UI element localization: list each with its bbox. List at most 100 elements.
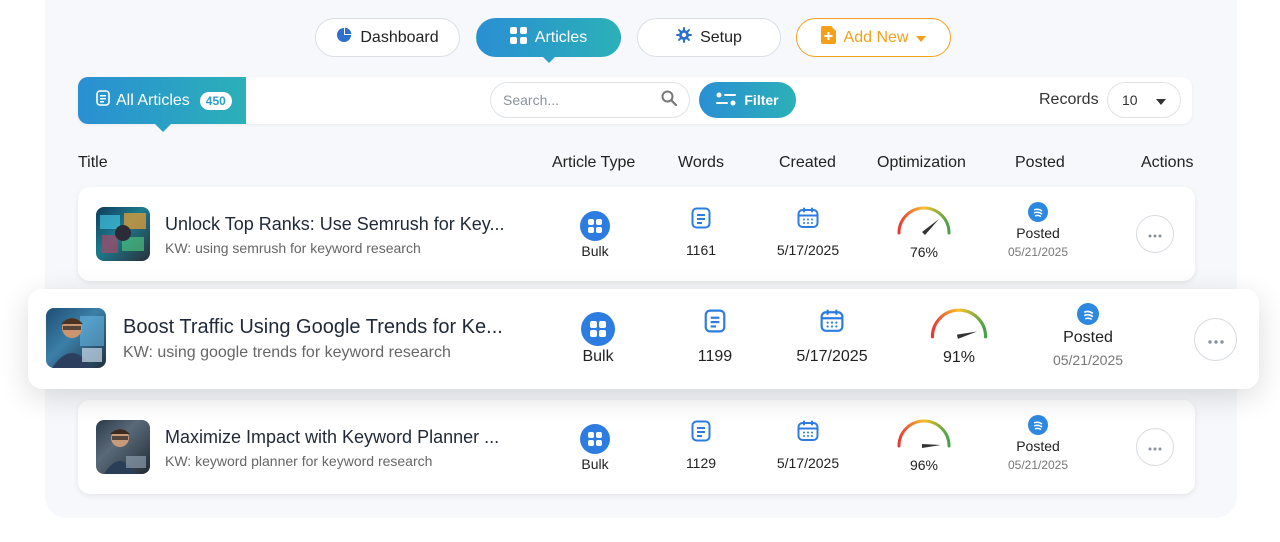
optimization-gauge-icon — [895, 205, 953, 242]
add-new-label: Add New — [843, 28, 909, 46]
posted-cell: Posted 05/21/2025 — [1000, 202, 1076, 259]
article-thumbnail — [46, 308, 106, 368]
all-articles-label: All Articles — [116, 91, 190, 109]
article-thumbnail — [96, 207, 150, 261]
bulk-icon — [580, 211, 610, 241]
caret-down-icon — [1156, 92, 1166, 108]
posted-cell: Posted 05/21/2025 — [1000, 415, 1076, 472]
article-title[interactable]: Boost Traffic Using Google Trends for Ke… — [123, 316, 503, 339]
document-add-icon — [820, 26, 836, 49]
more-actions-button[interactable] — [1136, 428, 1174, 466]
article-type-label: Bulk — [581, 243, 609, 259]
document-icon — [691, 207, 711, 234]
article-title[interactable]: Unlock Top Ranks: Use Semrush for Key... — [165, 214, 504, 235]
calendar-icon — [820, 309, 844, 338]
document-icon — [96, 90, 110, 111]
search-box — [490, 82, 690, 118]
header-title[interactable]: Title — [78, 154, 108, 172]
posted-status: Posted — [1063, 329, 1113, 346]
article-title[interactable]: Maximize Impact with Keyword Planner ... — [165, 427, 499, 448]
calendar-icon — [797, 420, 819, 447]
top-nav: Dashboard Articles Setup Add New — [0, 18, 1280, 63]
add-new-button[interactable]: Add New — [796, 18, 951, 57]
ellipsis-icon — [1207, 331, 1224, 349]
posted-date: 05/21/2025 — [1007, 458, 1069, 472]
search-input[interactable] — [503, 92, 643, 108]
optimization-gauge-icon — [895, 418, 953, 455]
created-date: 5/17/2025 — [796, 348, 868, 365]
more-actions-button[interactable] — [1194, 318, 1237, 361]
records-select[interactable]: 10 — [1107, 82, 1181, 118]
tab-articles-label: Articles — [534, 28, 588, 46]
optimization-value: 76% — [909, 244, 939, 260]
pie-chart-icon — [336, 27, 352, 48]
caret-down-icon — [916, 29, 927, 47]
table-row[interactable]: Unlock Top Ranks: Use Semrush for Key...… — [78, 187, 1195, 281]
header-posted[interactable]: Posted — [1015, 154, 1065, 172]
header-article-type[interactable]: Article Type — [552, 154, 635, 172]
posted-status: Posted — [1016, 225, 1060, 241]
tab-setup[interactable]: Setup — [637, 18, 781, 57]
created-cell: 5/17/2025 — [770, 207, 846, 258]
active-tab-pointer — [541, 56, 556, 63]
optimization-value: 96% — [909, 457, 939, 473]
header-actions: Actions — [1141, 154, 1194, 171]
article-type-label: Bulk — [581, 456, 609, 472]
optimization-cell: 76% — [894, 205, 954, 260]
word-count: 1161 — [685, 242, 717, 258]
header-words[interactable]: Words — [678, 154, 724, 172]
gear-icon — [676, 27, 693, 48]
optimization-gauge-icon — [927, 307, 991, 346]
word-count: 1129 — [685, 455, 717, 471]
optimization-value: 91% — [942, 349, 976, 366]
all-articles-pointer — [155, 124, 171, 132]
grid-icon — [509, 26, 527, 49]
all-articles-tab[interactable]: All Articles 450 — [78, 77, 246, 132]
created-date: 5/17/2025 — [776, 455, 840, 471]
ellipsis-icon — [1148, 225, 1162, 243]
posted-cell: Posted 05/21/2025 — [1046, 303, 1130, 368]
document-icon — [691, 420, 711, 447]
posted-status: Posted — [1016, 438, 1060, 454]
wordpress-icon — [1028, 202, 1048, 222]
tab-setup-label: Setup — [700, 28, 742, 46]
article-type-label: Bulk — [582, 348, 614, 365]
optimization-cell: 91% — [926, 307, 992, 367]
records-value: 10 — [1122, 92, 1138, 108]
header-optimization[interactable]: Optimization — [877, 154, 966, 172]
ellipsis-icon — [1148, 438, 1162, 456]
table-row[interactable]: Maximize Impact with Keyword Planner ...… — [78, 400, 1195, 494]
wordpress-icon — [1077, 303, 1099, 325]
search-icon[interactable] — [661, 90, 678, 111]
posted-date: 05/21/2025 — [1052, 352, 1124, 368]
word-count: 1199 — [697, 348, 733, 365]
header-created[interactable]: Created — [779, 154, 836, 172]
filter-button[interactable]: Filter — [699, 82, 796, 118]
tab-articles[interactable]: Articles — [476, 18, 621, 63]
tab-dashboard-label: Dashboard — [360, 28, 439, 46]
articles-toolbar: All Articles 450 Filter Records 10 — [78, 77, 1192, 132]
articles-count-badge: 450 — [199, 91, 232, 110]
bulk-icon — [581, 312, 615, 346]
created-cell: 5/17/2025 — [770, 420, 846, 471]
created-date: 5/17/2025 — [776, 242, 840, 258]
table-row-highlighted[interactable]: Boost Traffic Using Google Trends for Ke… — [28, 289, 1259, 389]
posted-date: 05/21/2025 — [1007, 245, 1069, 259]
records-label: Records — [1039, 91, 1099, 108]
article-type-cell: Bulk — [573, 312, 623, 366]
document-icon — [704, 309, 726, 338]
words-cell: 1199 — [690, 309, 740, 366]
tab-dashboard[interactable]: Dashboard — [315, 18, 460, 57]
wordpress-icon — [1028, 415, 1048, 435]
article-keyword: KW: keyword planner for keyword research — [165, 453, 433, 469]
article-keyword: KW: using google trends for keyword rese… — [123, 344, 451, 361]
filter-label: Filter — [744, 92, 779, 108]
article-type-cell: Bulk — [570, 211, 620, 259]
calendar-icon — [797, 207, 819, 234]
more-actions-button[interactable] — [1136, 215, 1174, 253]
article-keyword: KW: using semrush for keyword research — [165, 240, 421, 256]
created-cell: 5/17/2025 — [790, 309, 874, 366]
article-thumbnail — [96, 420, 150, 474]
article-type-cell: Bulk — [570, 424, 620, 472]
words-cell: 1161 — [676, 207, 726, 258]
